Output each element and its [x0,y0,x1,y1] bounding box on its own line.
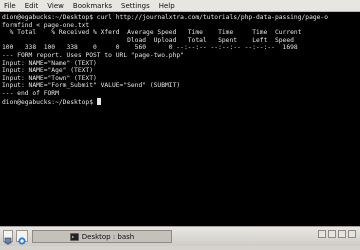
menu-bar: File Edit View Bookmarks Settings Help [0,0,360,12]
terminal-icon [69,232,79,241]
terminal-line: Input: NAME="Name" (TEXT) [2,59,97,67]
terminal-line: Input: NAME="Age" (TEXT) [2,67,93,75]
menu-bookmarks[interactable]: Bookmarks [73,0,112,12]
terminal-line: --- FORM report. Uses POST to URL "page-… [2,51,184,59]
text-cursor [96,97,101,105]
show-desktop-icon[interactable] [3,230,13,245]
menu-help[interactable]: Help [159,0,175,12]
pager-desktop-2[interactable] [328,230,336,238]
kmenu-icon[interactable] [16,230,28,245]
terminal-line: Input: NAME="Form_Submit" VALUE="Send" (… [2,82,181,90]
terminal-line: % Total % Received % Xferd Average Speed… [2,29,302,37]
terminal-prompt: dion@egabucks:~/Desktop$ [2,98,97,106]
pager-desktop-4[interactable] [348,230,356,238]
taskbar: Desktop : bash [0,226,360,246]
terminal-line: Dload Upload Total Spent Left Speed [2,36,294,44]
terminal-output: dion@egabucks:~/Desktop$ curl http://jou… [0,12,360,106]
pager-desktop-3[interactable] [338,230,346,238]
menu-file[interactable]: File [4,0,16,12]
terminal-area[interactable]: dion@egabucks:~/Desktop$ curl http://jou… [0,12,360,226]
menu-settings[interactable]: Settings [121,0,150,12]
terminal-line: formfind < page-one.txt [2,21,90,29]
terminal-line: --- end of FORM [2,89,59,97]
taskbar-task-label: Desktop : bash [81,232,135,241]
taskbar-task-desktop-bash[interactable]: Desktop : bash [32,230,172,243]
terminal-line: Input: NAME="Town" (TEXT) [2,74,97,82]
pager-desktop-1[interactable] [318,230,326,238]
terminal-line: dion@egabucks:~/Desktop$ curl http://jou… [2,14,329,21]
menu-view[interactable]: View [47,0,64,12]
menu-edit[interactable]: Edit [25,0,39,12]
terminal-line: 100 338 100 338 0 0 560 0 --:--:-- --:--… [2,44,298,52]
